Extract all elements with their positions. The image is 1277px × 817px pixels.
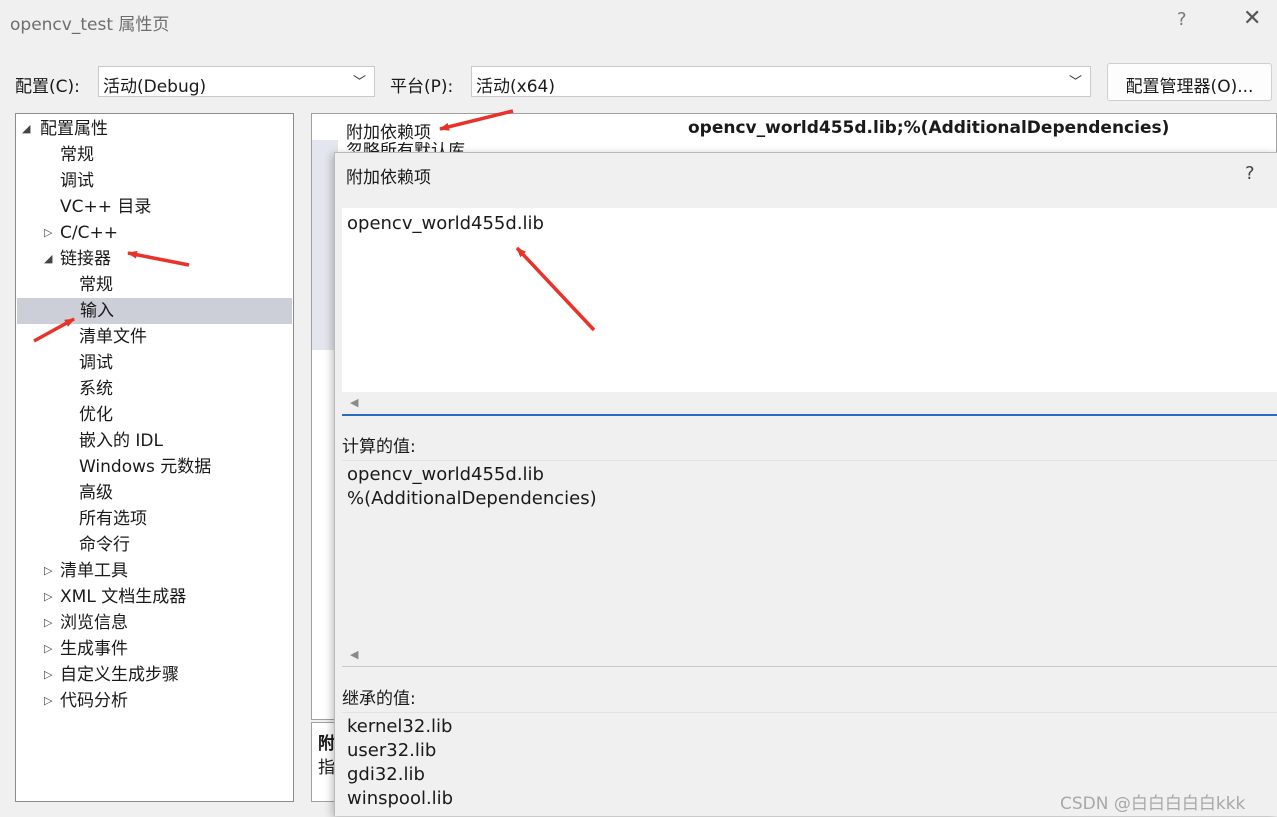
edit-horizontal-scrollbar[interactable]: ◀: [342, 392, 1277, 416]
config-manager-button[interactable]: 配置管理器(O)...: [1107, 63, 1272, 101]
platform-select[interactable]: 活动(x64) ﹀: [471, 66, 1091, 97]
dialog-title: 附加依赖项: [346, 168, 431, 188]
tree-item-label: 嵌入的 IDL: [79, 431, 163, 451]
help-icon[interactable]: ?: [1177, 9, 1187, 30]
calculated-values-label: 计算的值:: [342, 437, 416, 457]
description-title: 附: [318, 734, 335, 754]
collapse-arrow-icon[interactable]: ◢: [22, 116, 36, 142]
tree-item-label: 清单文件: [79, 327, 147, 347]
grid-row-value[interactable]: opencv_world455d.lib;%(AdditionalDepende…: [688, 118, 1169, 138]
expand-arrow-icon[interactable]: ▷: [44, 220, 58, 246]
platform-select-value: 活动(x64): [476, 77, 555, 97]
inherited-values-label: 继承的值:: [342, 689, 416, 709]
property-tree[interactable]: ◢ 配置属性 常规 调试 VC++ 目录 ▷ C/C++ ◢ 链接器 常规 输入 清单文件 调试 系统 优化…: [15, 113, 294, 802]
inherited-value-line: winspool.lib: [347, 788, 454, 809]
watermark: CSDN @白白白白白kkk: [1060, 794, 1246, 814]
tree-item-label: 输入: [80, 301, 114, 321]
expand-arrow-icon[interactable]: ▷: [44, 662, 58, 688]
tree-item-label: XML 文档生成器: [60, 587, 187, 607]
tree-item-label: 高级: [79, 483, 113, 503]
tree-item-label: 优化: [79, 405, 113, 425]
tree-item-label: 配置属性: [40, 119, 108, 139]
dependencies-edit-box[interactable]: [342, 208, 1277, 392]
grid-row2-name: 忽略所有默认库: [346, 142, 465, 152]
window-title: opencv_test 属性页: [10, 15, 170, 35]
calc-horizontal-scrollbar[interactable]: ◀: [342, 644, 1277, 667]
tree-item-label: 生成事件: [60, 639, 128, 659]
tree-item-label: 浏览信息: [60, 613, 128, 633]
inherited-value-line: user32.lib: [347, 740, 437, 761]
platform-label: 平台(P):: [390, 77, 454, 97]
chevron-down-icon: ﹀: [1068, 75, 1082, 90]
collapse-arrow-icon[interactable]: ◢: [44, 246, 58, 272]
tree-item-label: 常规: [79, 275, 113, 295]
inherited-value-line: kernel32.lib: [347, 716, 453, 737]
tree-item-label: 常规: [60, 145, 94, 165]
expand-arrow-icon[interactable]: ▷: [44, 688, 58, 714]
expand-arrow-icon[interactable]: ▷: [44, 610, 58, 636]
config-select-value: 活动(Debug): [103, 77, 207, 97]
tree-item-label: C/C++: [60, 223, 118, 243]
dialog-help-icon[interactable]: ?: [1245, 163, 1255, 184]
expand-arrow-icon[interactable]: ▷: [44, 584, 58, 610]
dependencies-edit-text[interactable]: opencv_world455d.lib: [347, 213, 544, 234]
tree-item[interactable]: 输入: [17, 298, 292, 324]
calculated-value-line: %(AdditionalDependencies): [347, 488, 597, 509]
tree-item-label: 链接器: [60, 249, 111, 269]
inherited-value-line: gdi32.lib: [347, 764, 425, 785]
tree-item-label: 命令行: [79, 535, 130, 555]
tree-item-label: 调试: [60, 171, 94, 191]
grid-row-name: 附加依赖项: [346, 123, 431, 143]
tree-item-label: 所有选项: [79, 509, 147, 529]
tree-item-label: 清单工具: [60, 561, 128, 581]
tree-item-label: 代码分析: [60, 691, 128, 711]
scroll-left-icon[interactable]: ◀: [350, 396, 358, 409]
calculated-value-line: opencv_world455d.lib: [347, 464, 544, 485]
tree-item-label: Windows 元数据: [79, 457, 212, 477]
close-icon[interactable]: ✕: [1243, 6, 1261, 31]
tree-item-label: VC++ 目录: [60, 197, 152, 217]
config-label: 配置(C):: [15, 77, 80, 97]
config-select[interactable]: 活动(Debug) ﹀: [98, 66, 375, 97]
expand-arrow-icon[interactable]: ▷: [44, 636, 58, 662]
tree-item-label: 自定义生成步骤: [60, 665, 179, 685]
chevron-down-icon: ﹀: [352, 75, 366, 90]
scroll-left-icon[interactable]: ◀: [350, 648, 358, 661]
tree-item-label: 调试: [79, 353, 113, 373]
description-text: 指: [318, 758, 335, 778]
expand-arrow-icon[interactable]: ▷: [44, 558, 58, 584]
tree-item-label: 系统: [79, 379, 113, 399]
